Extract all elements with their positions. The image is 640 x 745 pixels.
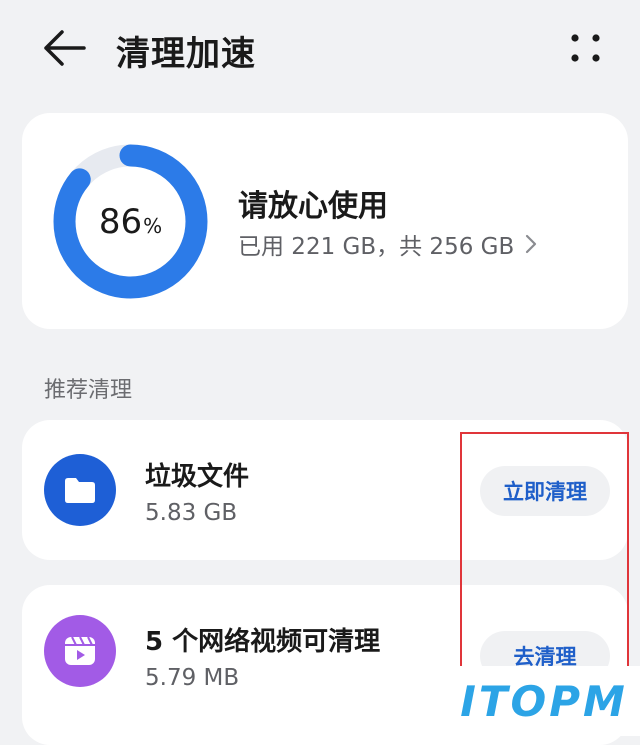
storage-status-title: 请放心使用 [238, 189, 388, 224]
video-icon [44, 615, 116, 687]
section-title-recommended: 推荐清理 [44, 378, 133, 403]
page-title: 清理加速 [116, 34, 256, 74]
more-dots-icon [571, 34, 600, 62]
item-size: 5.79 MB [145, 665, 240, 691]
list-item-junk-files[interactable]: 垃圾文件 5.83 GB 立即清理 [22, 420, 628, 560]
clean-now-button[interactable]: 立即清理 [480, 466, 610, 516]
usage-percent-label: 86% [52, 143, 209, 300]
storage-usage-text: 已用 221 GB，共 256 GB [238, 234, 515, 260]
back-arrow-icon [44, 30, 86, 66]
more-options-button[interactable] [566, 30, 606, 66]
back-button[interactable] [38, 28, 88, 68]
item-size: 5.83 GB [145, 500, 238, 526]
app-header: 清理加速 [0, 0, 640, 100]
item-title: 垃圾文件 [145, 462, 250, 492]
item-title: 5 个网络视频可清理 [145, 627, 381, 657]
storage-card: 86% 请放心使用 已用 221 GB，共 256 GB [22, 113, 628, 329]
folder-icon [44, 454, 116, 526]
chevron-right-icon [526, 234, 537, 254]
usage-percent: 86 [98, 201, 143, 242]
watermark-text: ITOPM [460, 676, 628, 726]
watermark: ITOPM [448, 666, 640, 736]
percent-sign: % [143, 213, 163, 238]
storage-usage-link[interactable]: 已用 221 GB，共 256 GB [238, 227, 538, 261]
